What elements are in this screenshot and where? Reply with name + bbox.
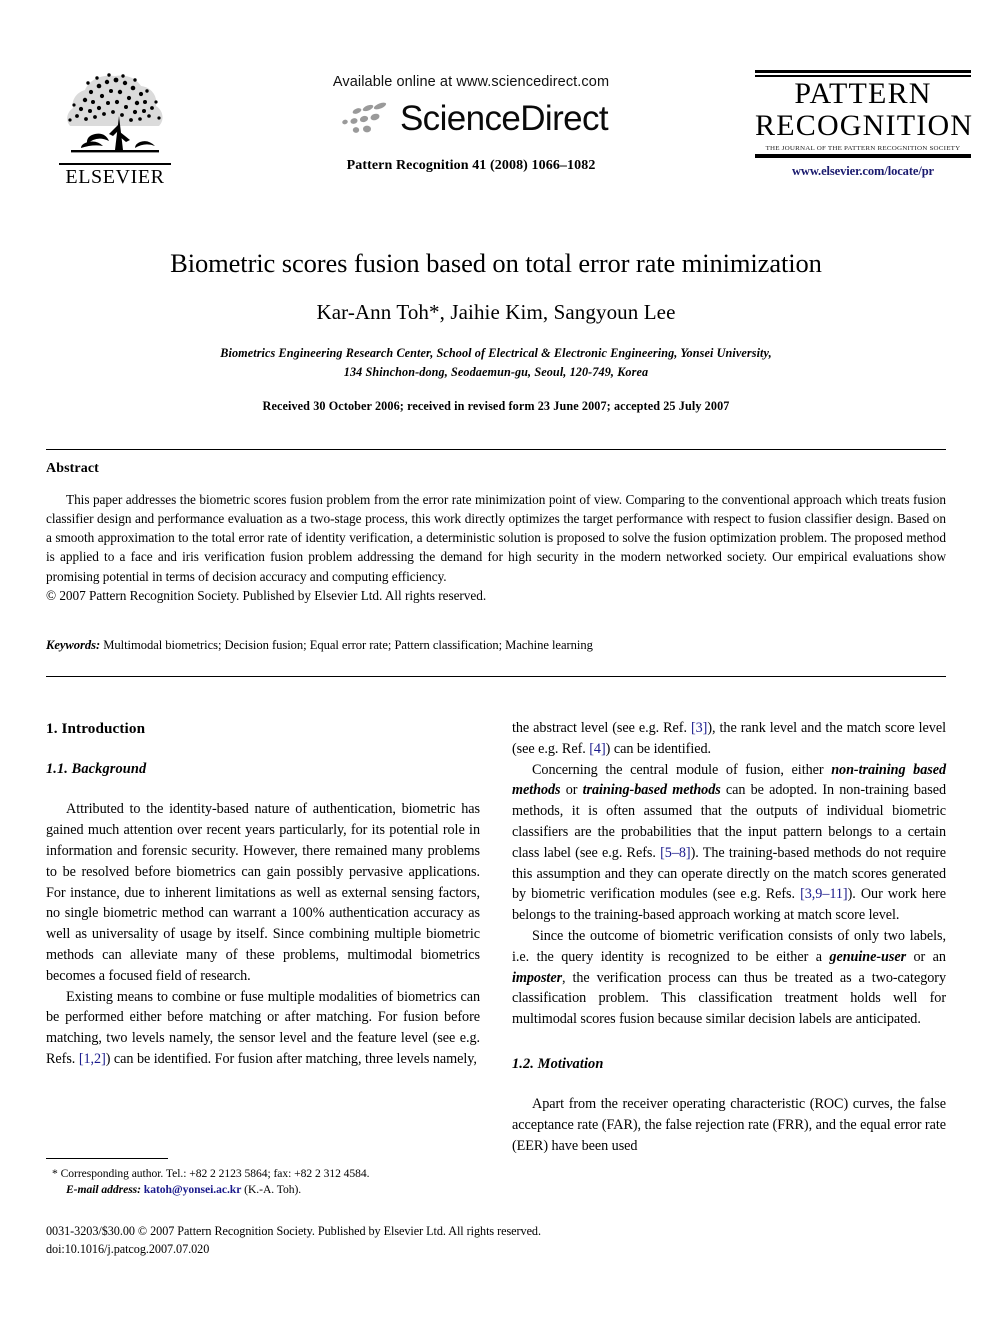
paragraph-background-2-cont: the abstract level (see e.g. Ref. [3]), … <box>512 718 946 760</box>
journal-reference: Pattern Recognition 41 (2008) 1066–1082 <box>346 158 596 173</box>
sciencedirect-available-line: Available online at www.sciencedirect.co… <box>332 74 610 90</box>
paragraph-text: ) can be identified. For fusion after ma… <box>105 1050 477 1067</box>
paragraph-fusion-modules: Concerning the central module of fusion,… <box>512 760 946 926</box>
affiliation: Biometrics Engineering Research Center, … <box>46 344 946 382</box>
paragraph-text: the abstract level (see e.g. Ref. <box>512 720 691 736</box>
journal-logo: PATTERN RECOGNITION THE JOURNAL OF THE P… <box>755 70 974 179</box>
emphasis-imposter: imposter <box>512 969 563 986</box>
footnote-email-address[interactable]: katoh@yonsei.ac.kr <box>144 1183 242 1196</box>
paragraph-text: or an <box>906 948 947 965</box>
title-block: Biometric scores fusion based on total e… <box>46 248 946 414</box>
section-heading-introduction: 1. Introduction <box>46 720 146 737</box>
doi-line: doi:10.1016/j.patcog.2007.07.020 <box>46 1242 210 1257</box>
section-heading-motivation: 1.2. Motivation <box>512 1055 604 1072</box>
citation-ref-1-2[interactable]: [1,2] <box>79 1051 106 1067</box>
footnote-email-label: E-mail address: <box>66 1183 141 1197</box>
sciencedirect-swoosh-icon <box>342 102 387 133</box>
journal-url[interactable]: www.elsevier.com/locate/pr <box>755 164 971 179</box>
paragraph-text: or <box>560 782 583 799</box>
elsevier-wordmark: ELSEVIER <box>65 166 165 188</box>
page-footer: 0031-3203/$30.00 © 2007 Pattern Recognit… <box>46 1222 946 1259</box>
elsevier-tree-icon <box>67 73 163 153</box>
elsevier-divider <box>59 163 171 165</box>
affiliation-line-1: Biometrics Engineering Research Center, … <box>220 345 772 360</box>
citation-ref-5-8[interactable]: [5–8] <box>660 845 691 861</box>
abstract-section: Abstract This paper addresses the biomet… <box>46 461 946 605</box>
paragraph-two-category: Since the outcome of biometric verificat… <box>512 926 946 1030</box>
citation-ref-4[interactable]: [4] <box>589 741 605 757</box>
issn-copyright-line: 0031-3203/$30.00 © 2007 Pattern Recognit… <box>46 1224 541 1238</box>
journal-logo-subtitle: THE JOURNAL OF THE PATTERN RECOGNITION S… <box>765 143 961 152</box>
section-heading-background: 1.1. Background <box>46 761 147 778</box>
received-dates: Received 30 October 2006; received in re… <box>262 398 730 413</box>
footnote-email-suffix: (K.-A. Toh). <box>244 1183 302 1197</box>
affiliation-line-2: 134 Shinchon-dong, Seodaemun-gu, Seoul, … <box>343 364 649 379</box>
paragraph-text: , the verification process can thus be t… <box>512 969 946 1028</box>
journal-logo-line1: PATTERN <box>794 76 932 110</box>
body-column-left: 1. Introduction 1.1. Background Attribut… <box>46 718 480 1070</box>
journal-logo-rule-bottom2 <box>755 155 971 159</box>
journal-logo-rule-top <box>755 70 971 73</box>
abstract-heading: Abstract <box>46 461 99 476</box>
sciencedirect-wordmark: ScienceDirect <box>399 98 609 138</box>
keywords-label: Keywords: <box>46 638 101 652</box>
abstract-top-divider <box>46 449 946 450</box>
footnote-divider <box>46 1158 168 1159</box>
keywords: Keywords: Multimodal biometrics; Decisio… <box>46 638 946 653</box>
paragraph-background-2: Existing means to combine or fuse multip… <box>46 987 480 1070</box>
elsevier-logo: ELSEVIER <box>54 58 176 198</box>
sciencedirect-block: Available online at www.sciencedirect.co… <box>261 74 681 174</box>
page-title: Biometric scores fusion based on total e… <box>170 248 822 278</box>
keywords-list: Multimodal biometrics; Decision fusion; … <box>103 638 593 652</box>
paragraph-motivation-1: Apart from the receiver operating charac… <box>512 1096 946 1154</box>
masthead: ELSEVIER Available online at www.science… <box>46 58 972 208</box>
paragraph-text: ) can be identified. <box>605 740 712 757</box>
abstract-body: This paper addresses the biometric score… <box>46 492 946 584</box>
paragraph-text: Concerning the central module of fusion,… <box>532 761 832 778</box>
sciencedirect-logo: ScienceDirect <box>261 98 681 138</box>
corresponding-author-footnote: * Corresponding author. Tel.: +82 2 2123… <box>46 1158 480 1199</box>
emphasis-training-based-methods: training-based methods <box>582 782 721 799</box>
journal-logo-line2: RECOGNITION <box>755 109 974 143</box>
author-list: Kar-Ann Toh*, Jaihie Kim, Sangyoun Lee <box>316 299 676 324</box>
citation-ref-3[interactable]: [3] <box>691 720 707 736</box>
body-column-right: the abstract level (see e.g. Ref. [3]), … <box>512 718 946 1156</box>
paper-page: ELSEVIER Available online at www.science… <box>0 0 992 1323</box>
body-top-divider <box>46 676 946 677</box>
abstract-copyright: © 2007 Pattern Recognition Society. Publ… <box>46 587 487 603</box>
paragraph-background-1: Attributed to the identity-based nature … <box>46 801 480 984</box>
footnote-corresponding-author: * Corresponding author. Tel.: +82 2 2123… <box>52 1167 370 1180</box>
footnote-email-line: E-mail address: katoh@yonsei.ac.kr (K.-A… <box>46 1182 480 1198</box>
emphasis-genuine-user: genuine-user <box>829 948 907 965</box>
citation-ref-3-9-11[interactable]: [3,9–11] <box>800 886 848 902</box>
